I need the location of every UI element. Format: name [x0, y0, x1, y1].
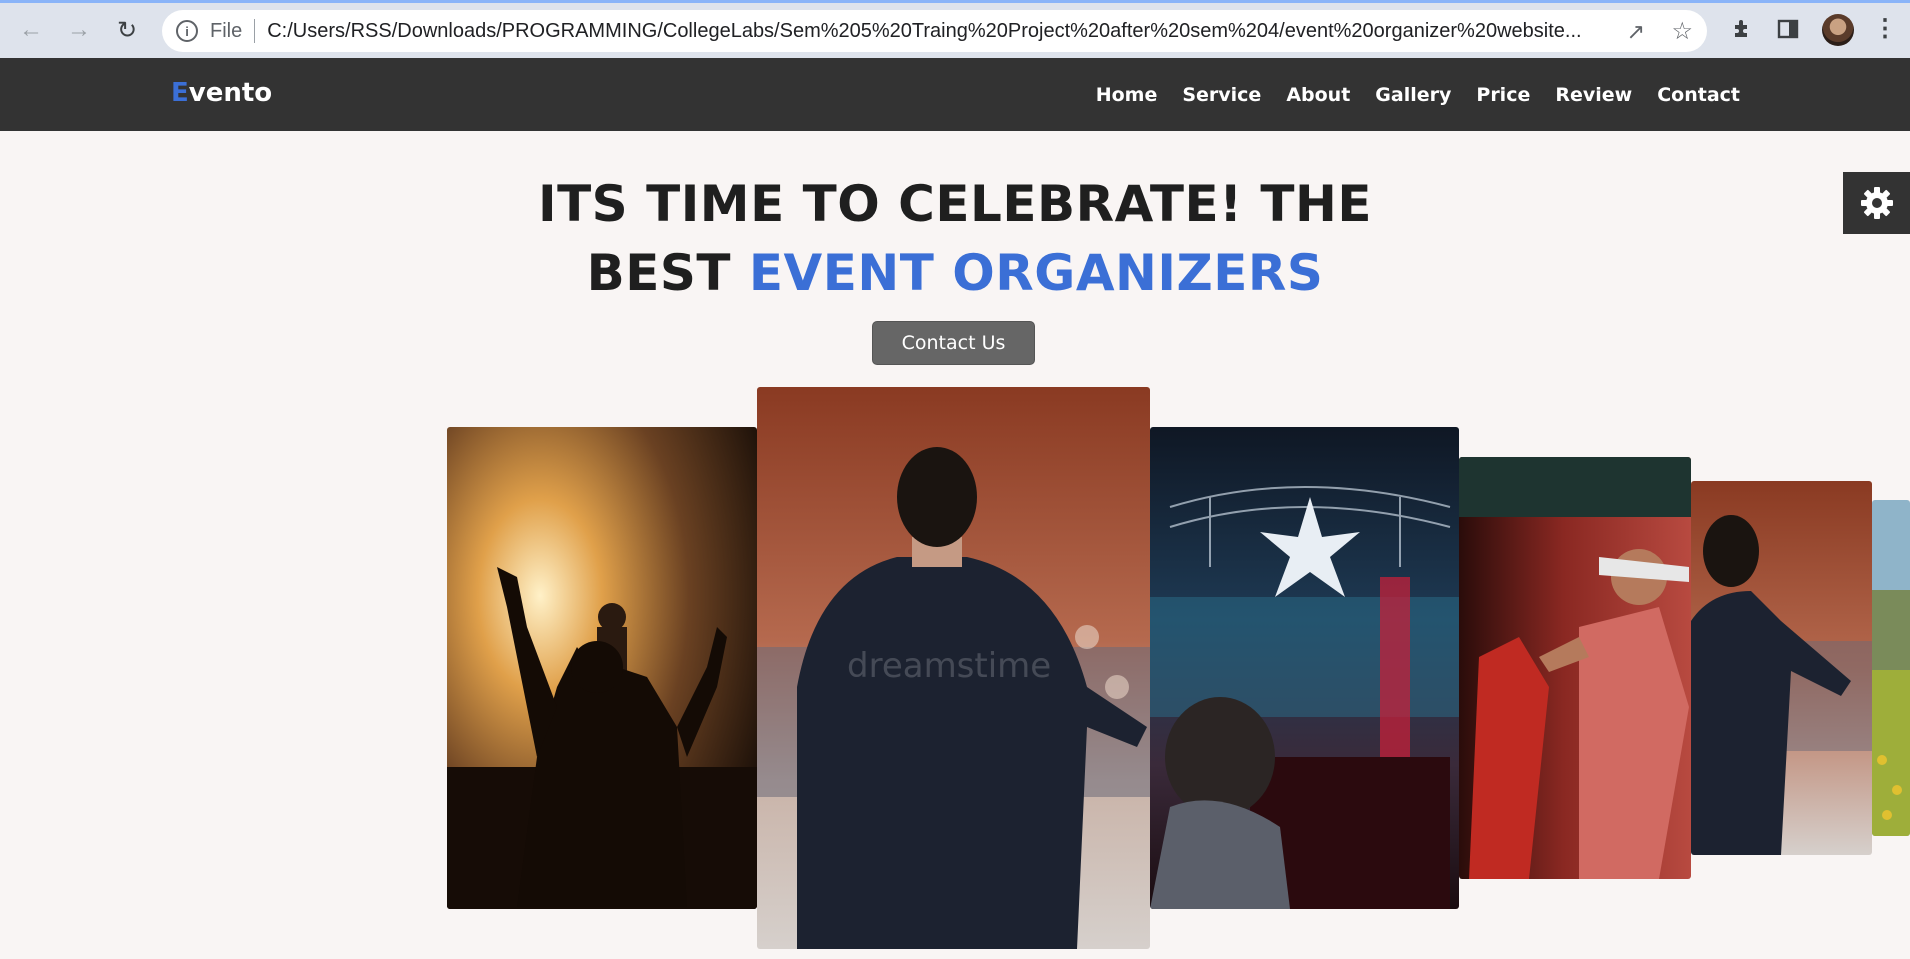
menu-kebab-icon[interactable]: ⋮	[1873, 14, 1897, 43]
watermark-text: dreamstime	[847, 646, 1051, 686]
browser-toolbar: ← → ↻ i File C:/Users/RSS/Downloads/PROG…	[0, 0, 1910, 58]
hero-heading: ITS TIME TO CELEBRATE! THE BEST EVENT OR…	[0, 170, 1910, 308]
nav-contact[interactable]: Contact	[1657, 84, 1740, 106]
share-icon[interactable]: ↗	[1627, 19, 1645, 45]
hero-line-2: BEST	[586, 244, 749, 302]
contact-us-button[interactable]: Contact Us	[872, 321, 1035, 365]
gallery-image-concert[interactable]	[447, 427, 757, 909]
back-arrow-icon[interactable]: ←	[14, 13, 48, 47]
reload-icon[interactable]: ↻	[110, 13, 144, 47]
nav-review[interactable]: Review	[1555, 84, 1632, 106]
site-logo[interactable]: Evento	[171, 78, 272, 108]
gallery-image-outdoor[interactable]	[1872, 500, 1910, 836]
site-header: Evento Home Service About Gallery Price …	[0, 58, 1910, 131]
nav-price[interactable]: Price	[1476, 84, 1530, 106]
info-icon[interactable]: i	[176, 20, 198, 42]
tab-strip-edge	[0, 0, 1910, 3]
nav-gallery[interactable]: Gallery	[1375, 84, 1451, 106]
main-nav: Home Service About Gallery Price Review …	[1071, 84, 1740, 106]
hero-accent-text: EVENT ORGANIZERS	[748, 244, 1324, 302]
hero-line-1: ITS TIME TO CELEBRATE! THE	[537, 175, 1373, 233]
nav-service[interactable]: Service	[1182, 84, 1261, 106]
gallery-image-dj[interactable]	[1150, 427, 1459, 909]
gallery-image-speaker[interactable]: dreamstime	[757, 387, 1150, 949]
url-text[interactable]: C:/Users/RSS/Downloads/PROGRAMMING/Colle…	[267, 20, 1597, 43]
profile-avatar[interactable]	[1822, 14, 1854, 46]
forward-arrow-icon[interactable]: →	[62, 13, 96, 47]
side-panel-icon[interactable]	[1773, 14, 1803, 44]
logo-accent-letter: E	[171, 78, 189, 108]
nav-about[interactable]: About	[1286, 84, 1350, 106]
bookmark-star-icon[interactable]: ☆	[1671, 17, 1693, 46]
logo-text: vento	[188, 78, 273, 108]
gallery-image-speaker-repeat[interactable]	[1691, 481, 1872, 855]
file-label: File	[210, 19, 243, 42]
address-bar[interactable]: i File C:/Users/RSS/Downloads/PROGRAMMIN…	[162, 10, 1707, 52]
extensions-puzzle-icon[interactable]	[1727, 14, 1757, 44]
nav-home[interactable]: Home	[1096, 84, 1158, 106]
gallery-image-dancer[interactable]	[1459, 457, 1691, 879]
address-divider	[254, 19, 256, 43]
